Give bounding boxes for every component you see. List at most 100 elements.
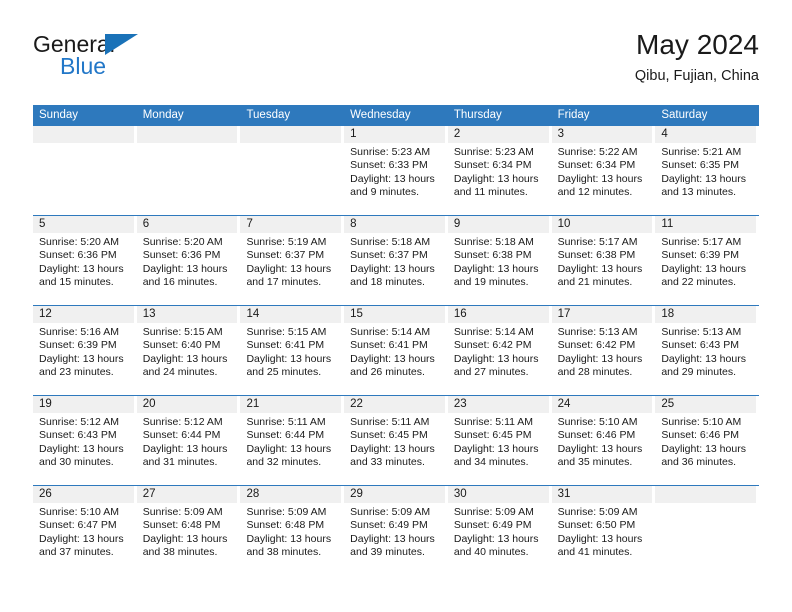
sunrise-text: Sunrise: 5:10 AM (39, 506, 119, 518)
daylight-text-line2: and 9 minutes. (350, 186, 420, 199)
sunrise-text: Sunrise: 5:09 AM (453, 506, 534, 518)
calendar-week-row: 5 Sunrise: 5:20 AM Sunset: 6:36 PM Daylight… (33, 215, 760, 305)
daylight-text-line1: Daylight: 13 hours (350, 352, 435, 365)
calendar-day-cell[interactable]: 12 Sunrise: 5:16 AM Sunset: 6:39 PM Dayligh… (33, 306, 137, 395)
day-number: 10 (551, 216, 653, 233)
calendar-day-cell[interactable]: 17 Sunrise: 5:13 AM Sunset: 6:42 PM Dayligh… (551, 306, 656, 395)
daylight-text-line1: Daylight: 13 hours (39, 262, 124, 275)
daylight-text-line2: and 13 minutes. (661, 186, 737, 199)
daylight-text-line2: and 41 minutes. (557, 546, 633, 559)
sunrise-text: Sunrise: 5:15 AM (246, 326, 327, 338)
calendar-day-cell[interactable]: 16 Sunrise: 5:14 AM Sunset: 6:42 PM Dayligh… (447, 306, 552, 395)
daylight-text-line2: and 36 minutes. (661, 456, 737, 469)
day-details: Sunrise: 5:18 AM Sunset: 6:37 PM Daylight:… (344, 233, 445, 290)
calendar-day-cell[interactable]: 27 Sunrise: 5:09 AM Sunset: 6:48 PM Dayligh… (136, 486, 241, 575)
day-details: Sunrise: 5:14 AM Sunset: 6:41 PM Daylight:… (344, 323, 445, 380)
sunrise-text: Sunrise: 5:23 AM (453, 146, 534, 158)
calendar-day-cell[interactable]: 1 Sunrise: 5:23 AM Sunset: 6:33 PM Daylight… (344, 126, 448, 215)
weekday-header-sunday: Sunday (39, 109, 79, 121)
daylight-text-line2: and 30 minutes. (39, 456, 114, 469)
day-details: Sunrise: 5:10 AM Sunset: 6:47 PM Daylight:… (33, 503, 134, 560)
day-number (136, 126, 238, 143)
calendar-day-cell[interactable]: 29 Sunrise: 5:09 AM Sunset: 6:49 PM Dayligh… (344, 486, 448, 575)
sunset-text: Sunset: 6:41 PM (246, 339, 325, 352)
calendar-day-cell[interactable]: 15 Sunrise: 5:14 AM Sunset: 6:41 PM Dayligh… (344, 306, 448, 395)
daylight-text-line2: and 25 minutes. (246, 366, 322, 379)
calendar-day-cell[interactable]: 2 Sunrise: 5:23 AM Sunset: 6:34 PM Daylight… (447, 126, 552, 215)
day-details: Sunrise: 5:13 AM Sunset: 6:42 PM Daylight:… (552, 323, 653, 380)
sunrise-text: Sunrise: 5:11 AM (453, 416, 534, 428)
calendar-day-cell[interactable]: 3 Sunrise: 5:22 AM Sunset: 6:34 PM Daylight… (551, 126, 656, 215)
calendar-day-cell[interactable]: 11 Sunrise: 5:17 AM Sunset: 6:39 PM Dayligh… (655, 216, 760, 305)
calendar-week-row: 26 Sunrise: 5:10 AM Sunset: 6:47 PM Dayligh… (33, 485, 760, 575)
day-number: 26 (33, 486, 134, 503)
sunrise-text: Sunrise: 5:17 AM (661, 236, 742, 248)
calendar-day-cell-empty (136, 126, 241, 215)
calendar-day-cell[interactable]: 28 Sunrise: 5:09 AM Sunset: 6:48 PM Dayligh… (240, 486, 345, 575)
daylight-text-line2: and 38 minutes. (246, 546, 322, 559)
daylight-text-line2: and 27 minutes. (453, 366, 529, 379)
weekday-header-row: Sunday Monday Tuesday Wednesday Thursday… (33, 105, 759, 126)
daylight-text-line2: and 18 minutes. (350, 276, 425, 289)
calendar-day-cell[interactable]: 31 Sunrise: 5:09 AM Sunset: 6:50 PM Dayligh… (551, 486, 656, 575)
day-number: 23 (447, 396, 549, 413)
calendar-day-cell[interactable]: 20 Sunrise: 5:12 AM Sunset: 6:44 PM Dayligh… (136, 396, 241, 485)
calendar-day-cell[interactable]: 13 Sunrise: 5:15 AM Sunset: 6:40 PM Dayligh… (136, 306, 241, 395)
daylight-text-line2: and 23 minutes. (39, 366, 114, 379)
calendar-day-cell[interactable]: 24 Sunrise: 5:10 AM Sunset: 6:46 PM Dayligh… (551, 396, 656, 485)
daylight-text-line1: Daylight: 13 hours (246, 532, 332, 545)
day-details: Sunrise: 5:15 AM Sunset: 6:40 PM Daylight:… (137, 323, 238, 380)
calendar-day-cell[interactable]: 14 Sunrise: 5:15 AM Sunset: 6:41 PM Dayligh… (240, 306, 345, 395)
daylight-text-line2: and 38 minutes. (142, 546, 218, 559)
calendar-day-cell[interactable]: 10 Sunrise: 5:17 AM Sunset: 6:38 PM Dayligh… (551, 216, 656, 305)
calendar-day-cell[interactable]: 8 Sunrise: 5:18 AM Sunset: 6:37 PM Daylight… (344, 216, 448, 305)
sunset-text: Sunset: 6:34 PM (453, 159, 532, 172)
day-details: Sunrise: 5:21 AM Sunset: 6:35 PM Daylight:… (655, 143, 756, 200)
sunrise-text: Sunrise: 5:17 AM (557, 236, 638, 248)
calendar-day-cell[interactable]: 26 Sunrise: 5:10 AM Sunset: 6:47 PM Dayligh… (33, 486, 137, 575)
day-details: Sunrise: 5:23 AM Sunset: 6:34 PM Daylight:… (448, 143, 549, 200)
sunset-text: Sunset: 6:35 PM (661, 159, 739, 172)
sunset-text: Sunset: 6:50 PM (557, 519, 636, 532)
day-number: 14 (240, 306, 342, 323)
day-number: 29 (344, 486, 445, 503)
day-details: Sunrise: 5:09 AM Sunset: 6:49 PM Daylight:… (448, 503, 549, 560)
calendar-day-cell[interactable]: 22 Sunrise: 5:11 AM Sunset: 6:45 PM Dayligh… (344, 396, 448, 485)
sunset-text: Sunset: 6:46 PM (661, 429, 739, 442)
sunrise-text: Sunrise: 5:10 AM (661, 416, 742, 428)
sunrise-text: Sunrise: 5:19 AM (246, 236, 327, 248)
daylight-text-line1: Daylight: 13 hours (350, 262, 435, 275)
daylight-text-line2: and 26 minutes. (350, 366, 425, 379)
day-details: Sunrise: 5:17 AM Sunset: 6:38 PM Daylight:… (552, 233, 653, 290)
daylight-text-line2: and 39 minutes. (350, 546, 425, 559)
daylight-text-line2: and 28 minutes. (557, 366, 633, 379)
calendar-day-cell[interactable]: 19 Sunrise: 5:12 AM Sunset: 6:43 PM Dayligh… (33, 396, 137, 485)
day-number: 12 (33, 306, 134, 323)
day-number: 25 (655, 396, 757, 413)
day-number: 18 (655, 306, 757, 323)
daylight-text-line1: Daylight: 13 hours (661, 172, 746, 185)
calendar-day-cell[interactable]: 6 Sunrise: 5:20 AM Sunset: 6:36 PM Daylight… (136, 216, 241, 305)
sunrise-text: Sunrise: 5:09 AM (557, 506, 638, 518)
day-details: Sunrise: 5:09 AM Sunset: 6:49 PM Daylight:… (344, 503, 445, 560)
sunrise-text: Sunrise: 5:11 AM (350, 416, 430, 428)
day-details: Sunrise: 5:13 AM Sunset: 6:43 PM Daylight:… (655, 323, 756, 380)
calendar-day-cell[interactable]: 9 Sunrise: 5:18 AM Sunset: 6:38 PM Daylight… (447, 216, 552, 305)
day-details: Sunrise: 5:14 AM Sunset: 6:42 PM Daylight:… (448, 323, 549, 380)
calendar-day-cell[interactable]: 4 Sunrise: 5:21 AM Sunset: 6:35 PM Daylight… (655, 126, 760, 215)
calendar-page: General Blue May 2024 Qibu, Fujian, Chin… (0, 0, 792, 612)
day-details: Sunrise: 5:20 AM Sunset: 6:36 PM Daylight:… (33, 233, 134, 290)
daylight-text-line2: and 24 minutes. (142, 366, 218, 379)
calendar-day-cell[interactable]: 21 Sunrise: 5:11 AM Sunset: 6:44 PM Dayligh… (240, 396, 345, 485)
calendar-day-cell[interactable]: 25 Sunrise: 5:10 AM Sunset: 6:46 PM Dayligh… (655, 396, 760, 485)
calendar-day-cell[interactable]: 23 Sunrise: 5:11 AM Sunset: 6:45 PM Dayligh… (447, 396, 552, 485)
calendar-day-cell[interactable]: 7 Sunrise: 5:19 AM Sunset: 6:37 PM Daylight… (240, 216, 345, 305)
sunset-text: Sunset: 6:37 PM (350, 249, 428, 262)
day-number: 15 (344, 306, 445, 323)
calendar-day-cell[interactable]: 5 Sunrise: 5:20 AM Sunset: 6:36 PM Daylight… (33, 216, 137, 305)
calendar-day-cell[interactable]: 18 Sunrise: 5:13 AM Sunset: 6:43 PM Dayligh… (655, 306, 760, 395)
calendar-day-cell[interactable]: 30 Sunrise: 5:09 AM Sunset: 6:49 PM Dayligh… (447, 486, 552, 575)
daylight-text-line1: Daylight: 13 hours (453, 532, 539, 545)
day-number: 7 (240, 216, 342, 233)
day-number: 3 (551, 126, 653, 143)
